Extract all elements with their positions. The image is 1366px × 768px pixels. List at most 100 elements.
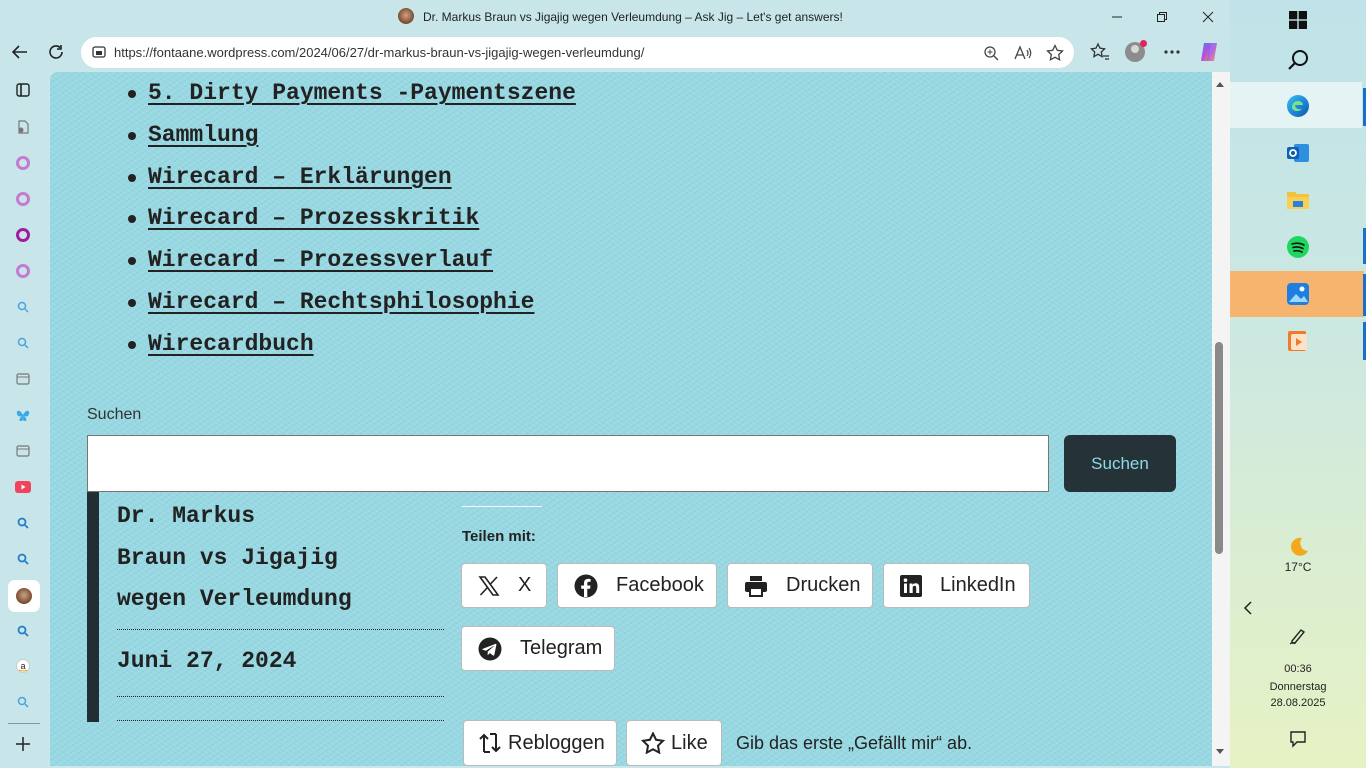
post-title-line[interactable]: Dr. Markus	[117, 496, 417, 538]
sidebar-tab-1[interactable]	[13, 153, 33, 173]
share-linkedin-button[interactable]: LinkedIn	[883, 563, 1030, 608]
sidebar-tab-page[interactable]	[13, 117, 33, 137]
close-window-button[interactable]	[1194, 6, 1222, 28]
sidebar-tab-window-1[interactable]	[13, 369, 33, 389]
refresh-button[interactable]	[42, 38, 70, 66]
scroll-down-icon	[1216, 749, 1224, 754]
taskbar-edge[interactable]	[1286, 94, 1310, 118]
minimize-icon	[1112, 16, 1122, 18]
like-count-text: Gib das erste „Gefällt mir“ ab.	[736, 733, 973, 753]
divider	[117, 696, 444, 697]
sidebar-tab-2[interactable]	[13, 189, 33, 209]
zoom-button[interactable]	[981, 43, 1001, 63]
copilot-button[interactable]	[1195, 38, 1223, 66]
sidebar-search-5[interactable]	[13, 621, 33, 641]
sidebar-tab-window-2[interactable]	[13, 441, 33, 461]
share-print-button[interactable]: Drucken	[727, 563, 873, 608]
tab-actions-button[interactable]	[13, 80, 33, 100]
sidebar-tab-butterfly[interactable]	[13, 405, 33, 425]
close-icon	[1202, 11, 1214, 23]
notification-center-button[interactable]	[1286, 727, 1310, 751]
sidebar-tab-youtube[interactable]	[13, 477, 33, 497]
sidebar-tab-4[interactable]	[13, 261, 33, 281]
minimize-button[interactable]	[1103, 6, 1131, 28]
taskbar-photos[interactable]	[1286, 282, 1310, 306]
clock-date[interactable]: 28.08.2025	[1230, 697, 1366, 709]
clock-day[interactable]: Donnerstag	[1230, 681, 1366, 693]
scrollbar-thumb[interactable]	[1215, 342, 1223, 554]
site-favicon-icon	[16, 588, 32, 604]
favorites-button[interactable]	[1086, 38, 1114, 66]
sidebar-divider	[8, 723, 40, 724]
taskbar-outlook[interactable]	[1286, 141, 1310, 165]
back-button[interactable]	[6, 38, 34, 66]
category-link[interactable]: Wirecard – Rechtsphilosophie	[148, 289, 534, 315]
search-input[interactable]	[87, 435, 1049, 492]
pen-menu-button[interactable]	[1286, 623, 1310, 647]
sidebar-tab-active[interactable]	[8, 580, 40, 612]
zoom-icon	[984, 46, 999, 61]
taskbar-spotify[interactable]	[1286, 235, 1310, 259]
folder-icon	[1287, 192, 1309, 209]
like-button[interactable]: Like	[626, 720, 722, 766]
ring-icon	[16, 264, 30, 278]
category-link[interactable]: 5. Dirty Payments -Paymentszene	[148, 80, 576, 106]
copilot-icon	[1201, 43, 1217, 61]
share-telegram-button[interactable]: Telegram	[461, 626, 615, 671]
category-item[interactable]: Wirecard – Prozessverlauf	[128, 246, 576, 288]
share-x-label: X	[518, 574, 532, 596]
more-menu-button[interactable]	[1158, 38, 1186, 66]
weather-widget[interactable]	[1286, 535, 1310, 559]
read-aloud-button[interactable]	[1013, 43, 1033, 63]
post-title-line[interactable]: wegen Verleumdung	[117, 579, 417, 621]
sidebar-search-1[interactable]	[13, 297, 33, 317]
share-facebook-button[interactable]: Facebook	[557, 563, 717, 608]
category-item[interactable]: Wirecard – Rechtsphilosophie	[128, 288, 576, 330]
sidebar-tab-3[interactable]	[13, 225, 33, 245]
butterfly-icon	[16, 410, 30, 421]
address-bar[interactable]: https://fontaane.wordpress.com/2024/06/2…	[81, 37, 1074, 68]
search-icon	[17, 553, 29, 565]
taskbar-media-player[interactable]	[1286, 329, 1310, 353]
favorite-button[interactable]	[1045, 43, 1065, 63]
sidebar-search-6[interactable]	[13, 692, 33, 712]
search-icon	[17, 337, 29, 349]
arrow-left-icon	[11, 45, 27, 59]
post-title-line[interactable]: Braun vs Jigajig	[117, 538, 417, 580]
refresh-icon	[49, 45, 63, 59]
category-item[interactable]: 5. Dirty Payments -Paymentszene	[128, 79, 576, 121]
category-item[interactable]: Sammlung	[128, 121, 576, 163]
category-link[interactable]: Wirecardbuch	[148, 331, 314, 357]
category-item[interactable]: Wirecard – Prozesskritik	[128, 204, 576, 246]
lock-icon[interactable]	[91, 44, 107, 60]
sidebar-tab-amazon[interactable]: a	[13, 656, 33, 676]
share-x-button[interactable]: X	[461, 563, 547, 608]
search-button[interactable]: Suchen	[1064, 435, 1176, 492]
category-link[interactable]: Wirecard – Erklärungen	[148, 164, 452, 190]
tab-actions-icon	[16, 83, 30, 97]
maximize-button[interactable]	[1148, 6, 1176, 28]
edge-icon	[1287, 95, 1309, 117]
category-link[interactable]: Wirecard – Prozesskritik	[148, 205, 479, 231]
window-icon	[16, 445, 30, 457]
show-hidden-icons-button[interactable]	[1236, 596, 1260, 620]
category-link[interactable]: Sammlung	[148, 122, 258, 148]
new-tab-button[interactable]	[13, 734, 33, 754]
weather-temperature[interactable]: 17°C	[1230, 560, 1366, 574]
sidebar-search-4[interactable]	[13, 549, 33, 569]
taskbar-file-explorer[interactable]	[1286, 188, 1310, 212]
sidebar-search-2[interactable]	[13, 333, 33, 353]
post-title[interactable]: Dr. Markus Braun vs Jigajig wegen Verleu…	[117, 496, 417, 621]
start-button[interactable]	[1286, 8, 1310, 32]
ring-icon	[16, 228, 30, 242]
url-text[interactable]: https://fontaane.wordpress.com/2024/06/2…	[114, 45, 644, 60]
sidebar-search-3[interactable]	[13, 513, 33, 533]
clock-time[interactable]: 00:36	[1230, 663, 1366, 675]
category-item[interactable]: Wirecard – Erklärungen	[128, 163, 576, 205]
taskbar-search-button[interactable]	[1286, 48, 1310, 72]
notification-icon	[1290, 731, 1306, 748]
category-link[interactable]: Wirecard – Prozessverlauf	[148, 247, 493, 273]
category-item[interactable]: Wirecardbuch	[128, 330, 576, 372]
reblog-button[interactable]: Rebloggen	[463, 720, 617, 766]
ring-icon	[16, 156, 30, 170]
